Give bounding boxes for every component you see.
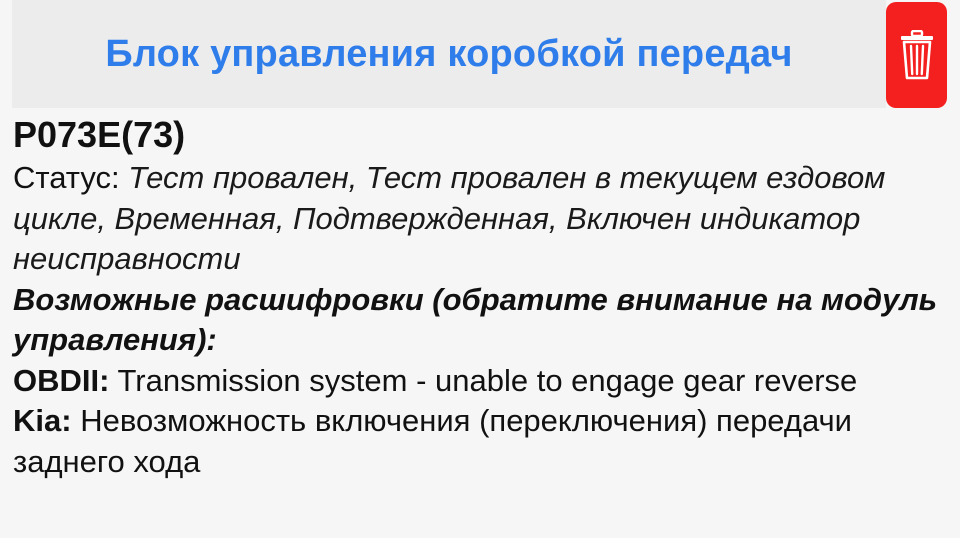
dtc-code: P073E(73) (13, 114, 186, 155)
decodings-heading: Возможные расшифровки (обратите внимание… (13, 281, 938, 358)
decoding-text: Невозможность включения (переключения) п… (13, 403, 852, 479)
header-bar: Блок управления коробкой передач (12, 0, 886, 108)
screen: Блок управления коробкой передач P073E(7… (0, 0, 960, 538)
module-title: Блок управления коробкой передач (105, 32, 793, 75)
status-label: Статус: (13, 160, 120, 195)
decoding-item-obdii: OBDII: Transmission system - unable to e… (13, 361, 948, 402)
decoding-source: Kia: (13, 403, 72, 438)
status-value: Тест провален, Тест провален в текущем е… (13, 160, 886, 276)
decoding-source: OBDII: (13, 362, 110, 398)
decoding-item-kia: Kia: Невозможность включения (переключен… (13, 401, 948, 482)
trash-icon (900, 30, 933, 80)
delete-button[interactable] (886, 2, 947, 108)
decoding-text: Transmission system - unable to engage g… (117, 362, 858, 398)
dtc-details: P073E(73) Статус: Тест провален, Тест пр… (13, 112, 948, 482)
status-line: Статус: Тест провален, Тест провален в т… (13, 158, 948, 280)
